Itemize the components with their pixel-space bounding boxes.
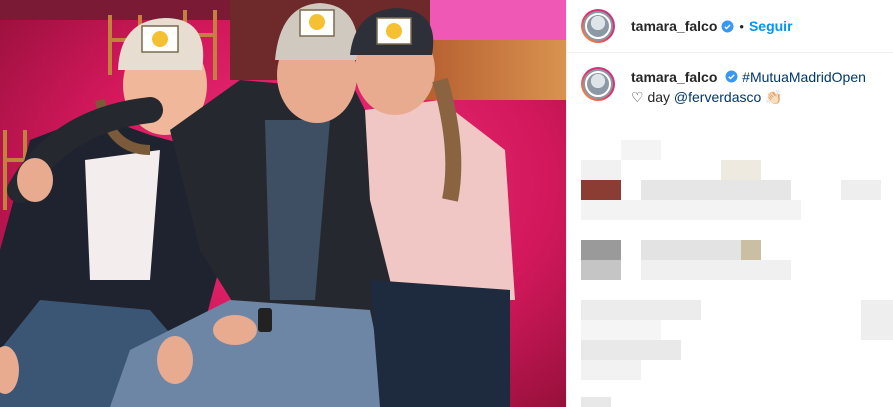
photo-illustration	[0, 0, 566, 407]
instagram-post: tamara_falco • Seguir tamara_falco #Mutu…	[0, 0, 893, 407]
verified-badge-icon	[721, 20, 734, 32]
caption-username[interactable]: tamara_falco	[631, 69, 717, 85]
mention-link[interactable]: @ferverdasco	[674, 89, 761, 105]
author-username[interactable]: tamara_falco	[631, 18, 717, 34]
post-sidebar: tamara_falco • Seguir tamara_falco #Mutu…	[566, 0, 893, 407]
caption-day-text: day	[643, 89, 674, 105]
heart-glyph: ♡	[631, 89, 644, 105]
post-photo[interactable]	[0, 0, 566, 407]
follow-button[interactable]: Seguir	[749, 18, 793, 34]
author-avatar[interactable]	[581, 9, 615, 43]
caption-verified-badge-icon	[725, 70, 738, 83]
caption-author-avatar[interactable]	[581, 67, 615, 101]
hashtag-link[interactable]: #MutuaMadridOpen	[742, 69, 866, 85]
post-header: tamara_falco • Seguir	[567, 0, 893, 53]
caption-text: tamara_falco #MutuaMadridOpen ♡ day @fer…	[631, 67, 866, 107]
clapping-hands-icon: 👏🏻	[765, 89, 783, 105]
post-caption: tamara_falco #MutuaMadridOpen ♡ day @fer…	[567, 53, 893, 107]
separator-dot: •	[739, 18, 744, 34]
